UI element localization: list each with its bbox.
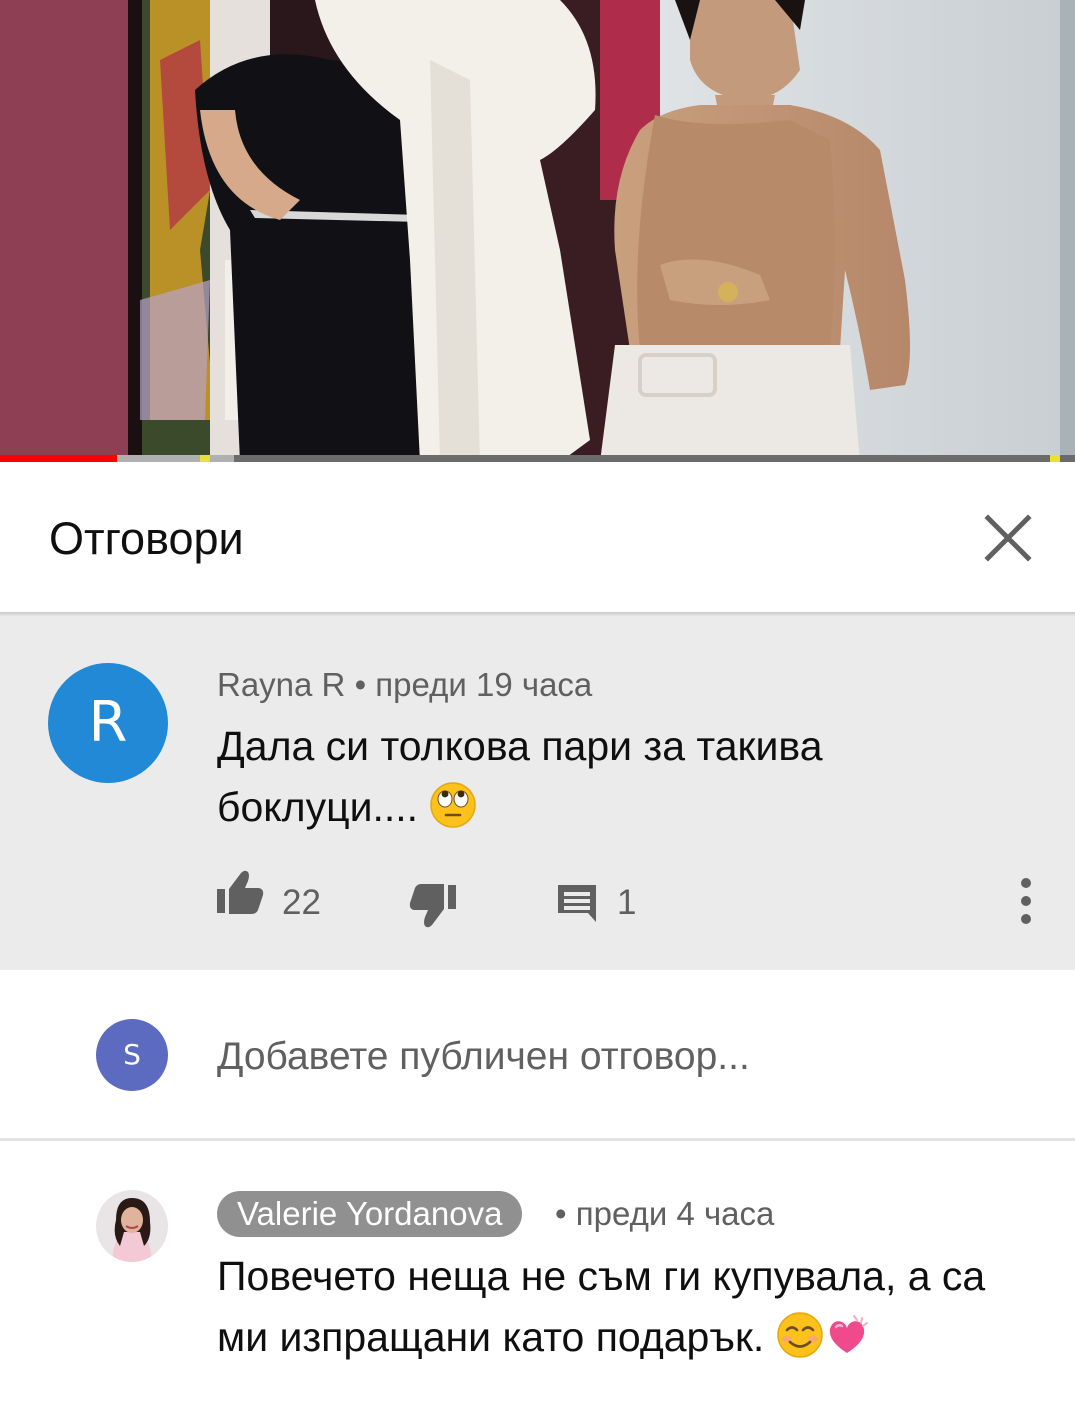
progress-played xyxy=(0,455,117,462)
comment-author[interactable]: Rayna R xyxy=(217,666,345,703)
close-icon xyxy=(984,514,1032,562)
add-reply-input[interactable]: Добавете публичен отговор... xyxy=(217,1033,1017,1081)
reply-avatar[interactable] xyxy=(96,1190,168,1262)
like-count: 22 xyxy=(282,883,321,922)
thumbs-up-icon[interactable] xyxy=(215,869,265,915)
video-progress-bar[interactable] xyxy=(0,455,1075,462)
beating-heart-icon xyxy=(829,1315,868,1353)
reply-time: преди 4 часа xyxy=(575,1195,775,1232)
comment-time: преди 19 часа xyxy=(375,666,593,703)
meta-separator: • xyxy=(555,1195,567,1232)
reply-count: 1 xyxy=(617,883,637,922)
face-with-rolling-eyes-icon xyxy=(430,782,477,828)
meta-separator: • xyxy=(354,666,367,703)
avatar[interactable]: R xyxy=(48,663,168,783)
divider xyxy=(0,1138,1075,1141)
ad-marker xyxy=(1050,455,1060,462)
reply-body: Повечето неща не съм ги купувала, а са м… xyxy=(217,1253,986,1360)
comment-body: Дала си толкова пари за такива боклуци..… xyxy=(217,723,823,830)
reply-author-chip[interactable]: Valerie Yordanova xyxy=(217,1191,523,1237)
video-frame xyxy=(0,0,1075,462)
replies-title: Отговори xyxy=(49,513,244,564)
current-user-avatar: S xyxy=(96,1019,168,1091)
profile-photo xyxy=(96,1190,168,1262)
more-vert-icon[interactable] xyxy=(1010,878,1042,924)
ad-marker xyxy=(200,455,210,462)
reply-text: Повечето неща не съм ги купувала, а са м… xyxy=(217,1246,1037,1368)
reply-meta: • преди 4 часа xyxy=(555,1194,774,1234)
thumbs-down-icon[interactable] xyxy=(408,883,458,929)
close-button[interactable] xyxy=(978,508,1038,568)
video-player[interactable] xyxy=(0,0,1075,462)
comment-text: Дала си толкова пари за такива боклуци..… xyxy=(217,716,1017,838)
smiling-face-icon xyxy=(776,1312,823,1358)
reply-icon[interactable] xyxy=(555,882,599,924)
comment-meta: Rayna R • преди 19 часа xyxy=(217,665,592,705)
